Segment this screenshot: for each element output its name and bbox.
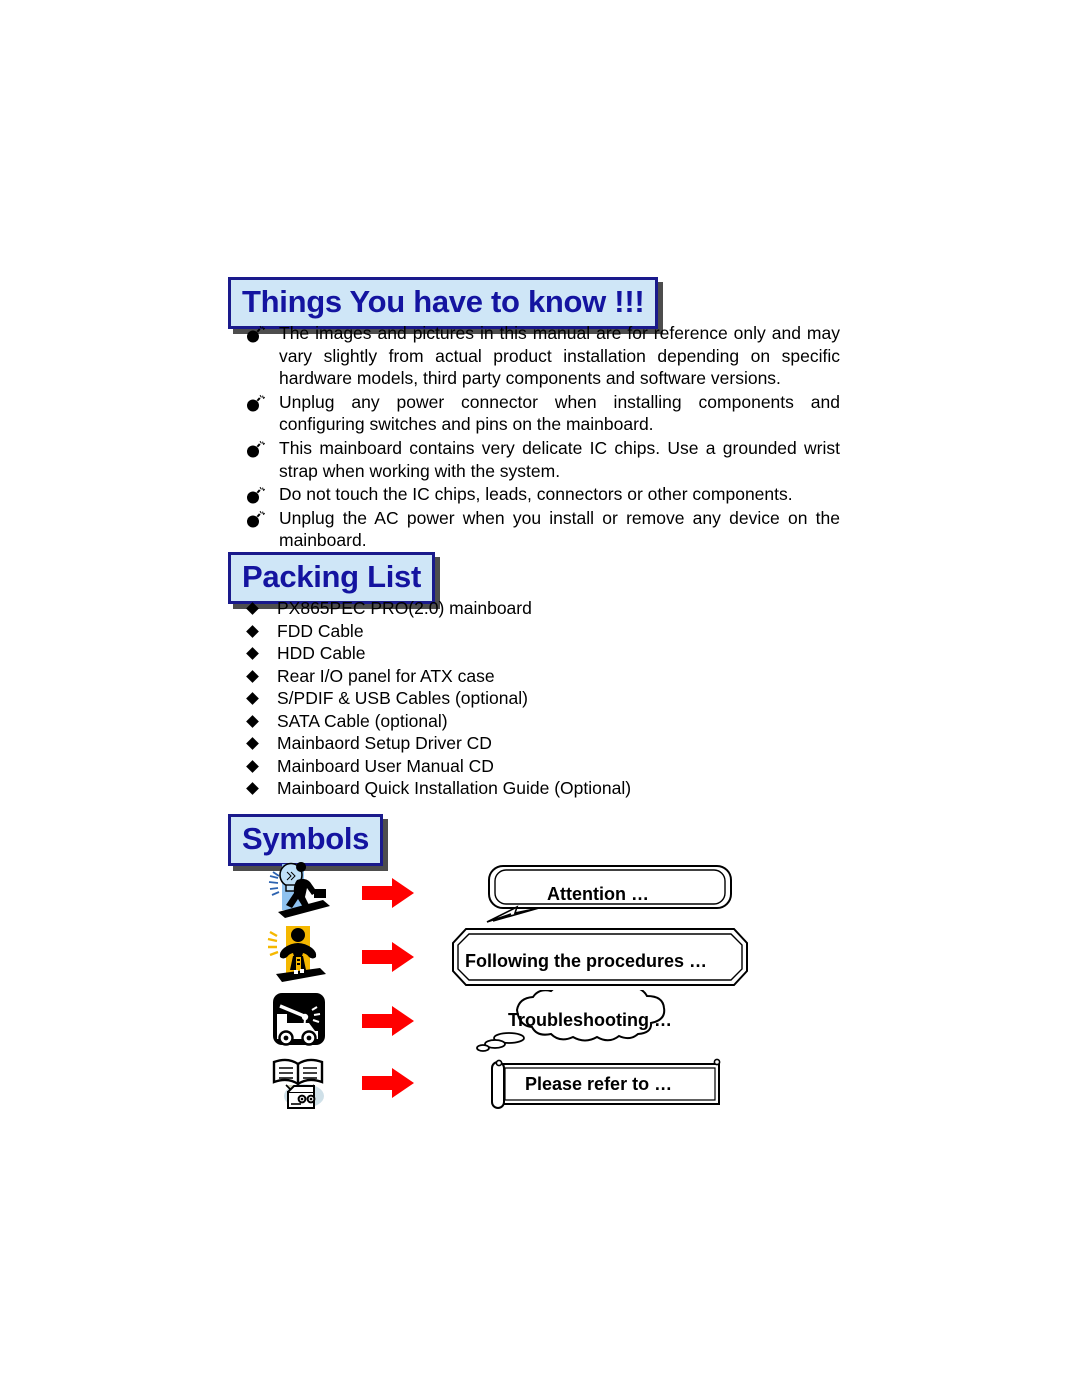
symbol-row: Attention … xyxy=(255,862,815,924)
symbol-row: Please refer to … xyxy=(255,1052,815,1114)
list-item: FDD Cable xyxy=(243,620,843,643)
list-item-text: Unplug the AC power when you install or … xyxy=(279,507,840,551)
bomb-icon xyxy=(247,440,266,458)
bomb-icon xyxy=(247,487,266,504)
packing-list: PX865PEC PRO(2.0) mainboard FDD Cable HD… xyxy=(243,597,843,800)
manual-page: Things You have to know !!! The images a… xyxy=(0,0,1080,1397)
figure-crossed-arms-icon xyxy=(267,926,326,982)
diamond-icon xyxy=(246,737,259,750)
list-item-text: Mainboard User Manual CD xyxy=(277,755,494,776)
list-item-text: Do not touch the IC chips, leads, connec… xyxy=(279,484,793,505)
list-item-text: This mainboard contains very delicate IC… xyxy=(279,437,840,481)
list-item-text: FDD Cable xyxy=(277,620,364,641)
list-item: The images and pictures in this manual a… xyxy=(243,322,840,390)
list-item: Mainboard Quick Installation Guide (Opti… xyxy=(243,777,843,800)
list-item-text: S/PDIF & USB Cables (optional) xyxy=(277,688,528,708)
list-item-text: Mainbaord Setup Driver CD xyxy=(277,733,492,753)
list-item: Mainbaord Setup Driver CD xyxy=(243,732,843,755)
list-item-text: Rear I/O panel for ATX case xyxy=(277,665,495,686)
idea-businessman-lightbulb-icon xyxy=(268,862,330,918)
symbol-row: Troubleshooting … xyxy=(255,990,815,1052)
list-item-text: Unplug any power connector when installi… xyxy=(279,391,840,435)
diamond-icon xyxy=(246,647,259,660)
list-item: Do not touch the IC chips, leads, connec… xyxy=(243,483,840,506)
diamond-icon xyxy=(246,602,259,615)
diamond-icon xyxy=(246,669,259,683)
list-item: Unplug any power connector when installi… xyxy=(243,391,840,436)
callout-label: Please refer to … xyxy=(525,1074,673,1094)
list-item-text: HDD Cable xyxy=(277,643,366,663)
bomb-icon xyxy=(247,325,266,343)
diamond-icon xyxy=(246,714,259,728)
list-item: This mainboard contains very delicate IC… xyxy=(243,437,840,482)
list-item-text: The images and pictures in this manual a… xyxy=(279,323,840,389)
red-right-arrow-icon xyxy=(362,942,414,972)
list-item: HDD Cable xyxy=(243,642,843,665)
bomb-icon xyxy=(247,510,266,528)
list-item-text: SATA Cable (optional) xyxy=(277,710,448,731)
callout-label: Following the procedures … xyxy=(465,951,708,971)
list-item-text: PX865PEC PRO(2.0) mainboard xyxy=(277,598,532,618)
red-right-arrow-icon xyxy=(362,878,414,908)
bomb-icon xyxy=(247,394,266,412)
callout-label: Troubleshooting … xyxy=(508,1010,672,1030)
tow-truck-icon xyxy=(273,993,325,1046)
things-to-know-list: The images and pictures in this manual a… xyxy=(243,322,840,553)
symbols-legend: Attention … Following the procedures … T… xyxy=(255,862,815,1122)
list-item: PX865PEC PRO(2.0) mainboard xyxy=(243,597,843,620)
list-item: S/PDIF & USB Cables (optional) xyxy=(243,687,843,710)
list-item: Mainboard User Manual CD xyxy=(243,755,843,778)
symbol-row: Following the procedures … xyxy=(255,926,815,988)
list-item: SATA Cable (optional) xyxy=(243,710,843,733)
diamond-icon xyxy=(246,759,259,773)
callout-label: Attention … xyxy=(547,884,649,904)
section-heading-symbols: Symbols xyxy=(228,814,384,866)
diamond-icon xyxy=(246,692,259,705)
list-item-text: Mainboard Quick Installation Guide (Opti… xyxy=(277,778,632,798)
diamond-icon xyxy=(246,782,259,795)
red-right-arrow-icon xyxy=(362,1068,414,1098)
list-item: Unplug the AC power when you install or … xyxy=(243,507,840,552)
diamond-icon xyxy=(246,624,259,638)
list-item: Rear I/O panel for ATX case xyxy=(243,665,843,688)
open-book-reader-icon xyxy=(272,1058,324,1109)
red-right-arrow-icon xyxy=(362,1006,414,1036)
